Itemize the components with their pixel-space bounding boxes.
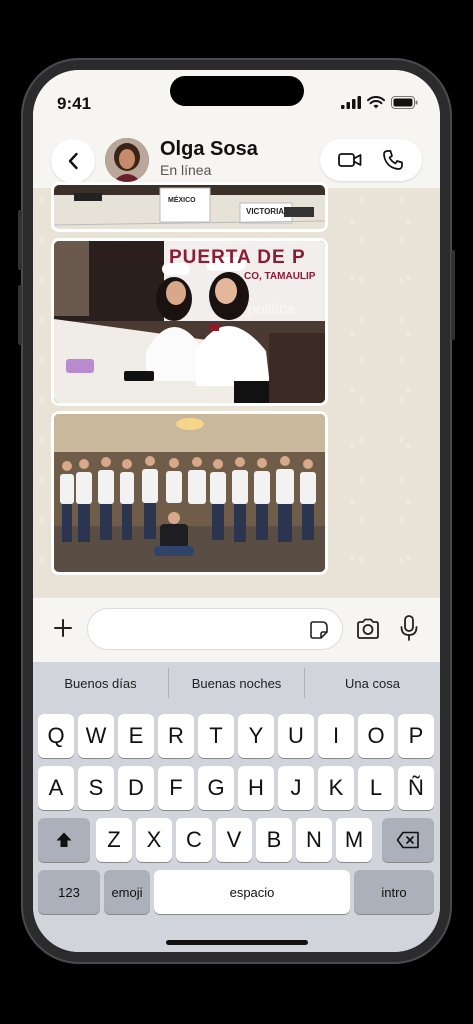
key-r[interactable]: R — [158, 714, 194, 758]
phone-icon[interactable] — [382, 149, 404, 171]
numbers-key[interactable]: 123 — [38, 870, 100, 914]
key-d[interactable]: D — [118, 766, 154, 810]
backspace-icon — [396, 831, 419, 849]
key-o[interactable]: O — [358, 714, 394, 758]
banner-subtext: CO, TAMAULIP — [244, 271, 316, 282]
key-g[interactable]: G — [198, 766, 234, 810]
chat-area[interactable]: TAMAULIPAS MÉXICO VICTORIA PUERTA DE P C… — [33, 182, 440, 598]
home-indicator[interactable] — [166, 940, 308, 945]
return-key[interactable]: intro — [354, 870, 434, 914]
key-h[interactable]: H — [238, 766, 274, 810]
key-a[interactable]: A — [38, 766, 74, 810]
status-bar: 9:41 — [33, 70, 440, 134]
meeting-photo: TAMAULIPAS MÉXICO VICTORIA — [54, 185, 325, 229]
sign-text: TAMAULIPAS — [78, 186, 116, 192]
wifi-icon — [367, 96, 385, 109]
backspace-key[interactable] — [382, 818, 434, 862]
phone-screen: 9:41 Olga Sosa En línea TAMAULIPAS MÉXIC… — [33, 70, 440, 952]
dynamic-island — [170, 76, 304, 106]
key-c[interactable]: C — [176, 818, 212, 862]
emoji-key[interactable]: emoji — [104, 870, 150, 914]
key-b[interactable]: B — [256, 818, 292, 862]
contact-name[interactable]: Olga Sosa — [160, 138, 258, 161]
event-photo: PUERTA DE P CO, TAMAULIP politica — [54, 241, 325, 403]
status-time: 9:41 — [57, 94, 92, 113]
volume-button — [18, 210, 22, 270]
back-button[interactable] — [51, 139, 95, 183]
message-input[interactable] — [87, 608, 343, 650]
key-row-3: Z X C V B N M — [33, 818, 440, 862]
avatar[interactable] — [105, 138, 149, 182]
power-button — [451, 250, 455, 340]
key-row-2: A S D F G H J K L Ñ — [33, 766, 440, 810]
sticker-icon[interactable] — [309, 620, 329, 640]
camera-icon[interactable] — [355, 616, 381, 642]
key-v[interactable]: V — [216, 818, 252, 862]
key-u[interactable]: U — [278, 714, 314, 758]
volume-button — [18, 285, 22, 345]
image-message[interactable]: PUERTA DE P CO, TAMAULIP politica — [51, 238, 328, 406]
suggestion-item[interactable]: Una cosa — [305, 666, 440, 700]
message-composer — [33, 598, 440, 662]
call-actions — [320, 139, 422, 181]
watermark: politica — [248, 301, 295, 318]
key-m[interactable]: M — [336, 818, 372, 862]
key-s[interactable]: S — [78, 766, 114, 810]
key-k[interactable]: K — [318, 766, 354, 810]
chat-header: Olga Sosa En línea — [33, 134, 440, 188]
keyboard: Buenos días Buenas noches Una cosa Q W E… — [33, 662, 440, 952]
group-photo — [54, 414, 325, 572]
key-row-1: Q W E R T Y U I O P — [33, 714, 440, 758]
battery-icon — [391, 96, 418, 109]
space-key[interactable]: espacio — [154, 870, 350, 914]
key-e[interactable]: E — [118, 714, 154, 758]
key-j[interactable]: J — [278, 766, 314, 810]
key-x[interactable]: X — [136, 818, 172, 862]
banner-text: PUERTA DE P — [169, 247, 306, 268]
chevron-left-icon — [68, 152, 78, 170]
sign-text: VICTORIA — [246, 207, 285, 216]
signal-icon — [341, 96, 361, 109]
key-n-tilde[interactable]: Ñ — [398, 766, 434, 810]
key-f[interactable]: F — [158, 766, 194, 810]
key-w[interactable]: W — [78, 714, 114, 758]
shift-icon — [56, 832, 72, 847]
key-n[interactable]: N — [296, 818, 332, 862]
shift-key[interactable] — [38, 818, 90, 862]
contact-status: En línea — [160, 162, 212, 178]
key-t[interactable]: T — [198, 714, 234, 758]
key-z[interactable]: Z — [96, 818, 132, 862]
video-camera-icon[interactable] — [338, 152, 362, 168]
key-y[interactable]: Y — [238, 714, 274, 758]
key-i[interactable]: I — [318, 714, 354, 758]
suggestion-bar: Buenos días Buenas noches Una cosa — [33, 666, 440, 700]
key-row-4: 123 emoji espacio intro — [33, 870, 440, 914]
plus-icon[interactable] — [51, 616, 75, 640]
suggestion-item[interactable]: Buenos días — [33, 666, 168, 700]
suggestion-item[interactable]: Buenas noches — [169, 666, 304, 700]
microphone-icon[interactable] — [399, 614, 419, 642]
image-message[interactable] — [51, 411, 328, 575]
sign-text: MÉXICO — [168, 197, 196, 204]
key-q[interactable]: Q — [38, 714, 74, 758]
key-l[interactable]: L — [358, 766, 394, 810]
image-message[interactable]: TAMAULIPAS MÉXICO VICTORIA — [51, 182, 328, 232]
key-p[interactable]: P — [398, 714, 434, 758]
